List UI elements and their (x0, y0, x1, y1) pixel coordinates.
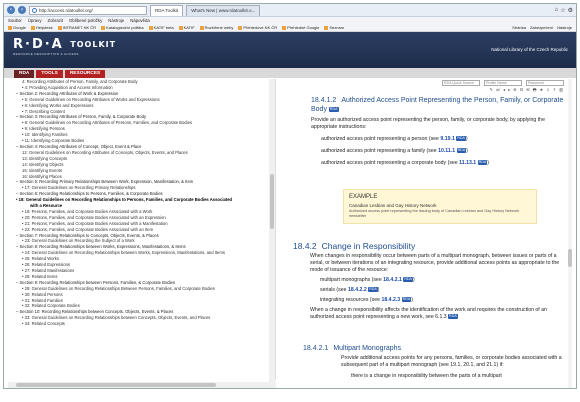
content-toolbar-icons[interactable]: ✎ 🗐 ◂ ▸ ⊕ ⊟ ✉ 🖶 ★ ⇩ ⇪ ▥ (287, 87, 576, 93)
tab-rda-toolkit[interactable]: RDA Toolkit (150, 4, 184, 16)
browser-window: ‹ › http://access.rdatoolkit.org/ RDA To… (3, 3, 577, 389)
section-title: Change in Responsibility (321, 241, 416, 251)
favorites-bar: Google Helpdesk INTRANET NK ČR Katalogiz… (4, 24, 576, 32)
toc-scrollbar[interactable] (269, 79, 275, 388)
rda-badge[interactable]: RDA (328, 106, 339, 112)
toc-scroll-thumb[interactable] (270, 174, 274, 229)
menu-napoveda[interactable]: Nápověda (130, 17, 150, 24)
search-row: RDA Quick Search Profile Name Password (287, 79, 576, 87)
fav-seznam[interactable]: Seznam (324, 25, 344, 30)
section-number: 18.4.2 (293, 241, 317, 251)
fav-helpdesk[interactable]: Helpdesk (30, 25, 53, 30)
fav-intranet[interactable]: INTRANET NK ČR (57, 25, 96, 30)
rda-badge[interactable]: RDA (401, 297, 412, 303)
list-item: authorized access point representing a p… (321, 136, 468, 142)
section-paragraph: Provide additional access points for any… (341, 355, 562, 368)
example-title: EXAMPLE (349, 194, 378, 200)
ref-link[interactable]: 18.4.2.2 (348, 287, 367, 293)
tab-tools[interactable]: TOOLS (36, 70, 63, 78)
rda-badge[interactable]: RDA (477, 160, 488, 166)
section-paragraph: Provide an authorized access point repre… (311, 117, 545, 130)
rda-logo: R·D·A TOOLKIT (13, 37, 117, 52)
content-scrollbar[interactable] (568, 79, 572, 388)
fav-katif[interactable]: KATIF (178, 25, 195, 30)
url-input[interactable]: http://access.rdatoolkit.org/ (29, 5, 147, 15)
fav-prehledove[interactable]: Přehledové NK ČR (238, 25, 277, 30)
section-18-4-2: 18.4.2 Change in Responsibility When chan… (293, 241, 568, 321)
ref-link[interactable]: 11.13.1 (459, 160, 476, 166)
content-scroll-thumb[interactable] (568, 249, 572, 267)
menu-oblibene[interactable]: Oblíbené položky (69, 17, 102, 24)
menu-upravy[interactable]: Úpravy (28, 17, 42, 24)
list-item: there is a change in responsibility betw… (351, 373, 502, 379)
list-item: serials (see 18.4.2.2 RDA) (320, 287, 380, 293)
fav-katalogizacni[interactable]: Katalogizační politika (101, 25, 144, 30)
home-icon[interactable]: ⌂ (555, 7, 559, 14)
example-box: EXAMPLE Canadian Lesbian and Gay History… (343, 189, 537, 224)
forward-button[interactable]: › (18, 6, 26, 14)
section-paragraph: When a change in responsibility affects … (310, 307, 547, 320)
password-input[interactable]: Password (526, 80, 564, 86)
fav-rozsirene[interactable]: Rozšířené weby (199, 25, 233, 30)
fav-google[interactable]: Google (8, 25, 26, 30)
section-paragraph: When changes in responsibility occur bet… (310, 253, 560, 273)
rda-badge[interactable]: RDA (368, 287, 378, 293)
tab-whats-new[interactable]: What's New | www.rdatoolkit.o... (186, 4, 261, 16)
section-title: Multipart Monographs (333, 345, 402, 352)
command-bar: Stránka Zabezpečení Nástroje (512, 25, 576, 30)
library-name: National Library of the Czech Republic (491, 47, 568, 52)
section-18-4-1-2: 18.4.1.2 Authorized Access Point Represen… (311, 96, 566, 167)
toc-hscroll-thumb[interactable] (16, 383, 216, 387)
menu-bar: Soubor Úpravy Zobrazit Oblíbené položky … (4, 17, 576, 24)
ref-link[interactable]: 9.19.1 (440, 136, 454, 142)
cmd-nastroje[interactable]: Nástroje (557, 25, 572, 30)
list-item: authorized access point representing a c… (321, 160, 489, 166)
fav-prehledne-google[interactable]: Přehledné Google (282, 25, 319, 30)
star-icon[interactable]: ☆ (560, 7, 565, 14)
menu-soubor[interactable]: Soubor (8, 17, 22, 24)
toolkit-nav: RDA TOOLS RESOURCES (4, 68, 576, 78)
list-item: multipart monographs (see 18.4.2.1 RDA) (320, 277, 415, 283)
rda-badge[interactable]: RDA (403, 277, 413, 283)
fav-katif-beta[interactable]: KATIF beta (148, 25, 174, 30)
address-bar-row: ‹ › http://access.rdatoolkit.org/ RDA To… (4, 4, 576, 17)
list-item: integrating resources (see 18.4.2.3 RDA) (320, 297, 413, 303)
content-pane: RDA Quick Search Profile Name Password ✎… (287, 79, 576, 388)
tab-resources[interactable]: RESOURCES (64, 70, 106, 78)
gear-icon[interactable]: ⚙ (568, 7, 573, 14)
cmd-stranka[interactable]: Stránka (512, 25, 526, 30)
ref-link[interactable]: 18.4.2.3 (381, 297, 400, 303)
window-controls: ⌂ ☆ ⚙ (555, 7, 573, 14)
section-number: 18.4.2.1 (303, 345, 329, 352)
rda-badge[interactable]: RDA (448, 314, 458, 320)
ref-link[interactable]: 18.4.2.1 (383, 277, 402, 283)
tab-rda[interactable]: RDA (14, 70, 35, 78)
table-of-contents: 4: Recording Attributes of Person, Famil… (8, 79, 276, 380)
section-title: Authorized Access Point Representing the… (311, 97, 564, 113)
back-button[interactable]: ‹ (7, 6, 15, 14)
menu-zobrazit[interactable]: Zobrazit (47, 17, 63, 24)
rda-banner: R·D·A TOOLKIT RESOURCE DESCRIPTION & ACC… (4, 32, 576, 68)
menu-nastroje[interactable]: Nástroje (108, 17, 124, 24)
cmd-zabezpeceni[interactable]: Zabezpečení (530, 25, 553, 30)
toc-item[interactable]: • 34: Related Concepts (16, 321, 275, 327)
main-area: 4: Recording Attributes of Person, Famil… (4, 79, 576, 388)
quick-search-input[interactable]: RDA Quick Search (442, 80, 480, 86)
example-caption: Authorized access point representing the… (349, 209, 520, 218)
section-18-4-2-1: 18.4.2.1 Multipart Monographs Provide add… (303, 344, 563, 380)
section-number: 18.4.1.2 (311, 97, 337, 104)
ref-link[interactable]: 10.11.1 (438, 148, 455, 154)
list-item: authorized access point representing a f… (321, 148, 468, 154)
profile-name-input[interactable]: Profile Name (484, 80, 522, 86)
ie-icon (32, 7, 37, 13)
rda-tagline: RESOURCE DESCRIPTION & ACCESS (13, 52, 79, 56)
toc-horizontal-scrollbar[interactable] (8, 382, 276, 388)
rda-badge[interactable]: RDA (456, 136, 466, 142)
rda-badge[interactable]: RDA (456, 148, 467, 154)
